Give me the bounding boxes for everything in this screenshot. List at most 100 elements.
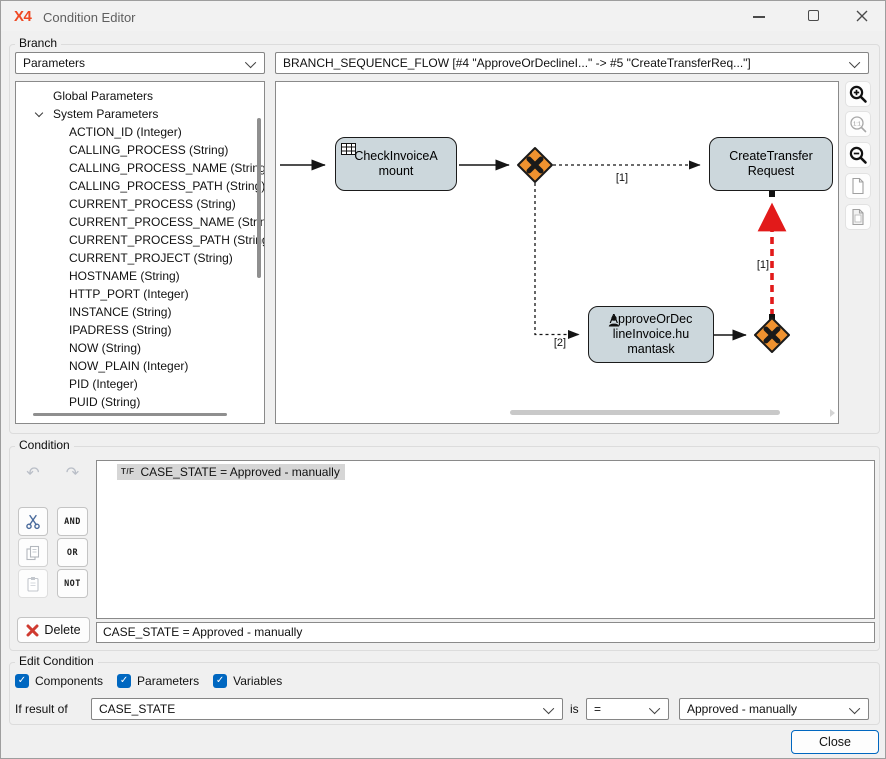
components-checkbox-pair[interactable]: ✓ Components <box>15 674 103 688</box>
redo-button[interactable]: ↷ <box>57 461 88 487</box>
tree-item-label: HOSTNAME (String) <box>69 269 180 283</box>
condition-group-label: Condition <box>15 438 74 452</box>
table-icon <box>341 143 356 155</box>
node-label: ApproveOrDec lineInvoice.hu mantask <box>610 312 693 357</box>
tree-item-label: System Parameters <box>53 107 158 121</box>
tree-item[interactable]: NOW_PLAIN (Integer) <box>16 357 264 375</box>
tree-item-label: CALLING_PROCESS_PATH (String) <box>69 179 265 193</box>
tree-item-label: CURRENT_PROCESS (String) <box>69 197 236 211</box>
tree-item[interactable]: CALLING_PROCESS (String) <box>16 141 264 159</box>
condition-editor-dialog: X4 Condition Editor Branch Parameters BR… <box>0 0 886 759</box>
checkbox-checked-icon[interactable]: ✓ <box>117 674 131 688</box>
checkbox-checked-icon[interactable]: ✓ <box>15 674 29 688</box>
undo-button[interactable]: ↶ <box>18 461 48 487</box>
tree-item-label: NOW_PLAIN (Integer) <box>69 359 188 373</box>
components-checkbox-label: Components <box>35 674 103 688</box>
tree-item[interactable]: ACTION_ID (Integer) <box>16 123 264 141</box>
chevron-down-icon[interactable] <box>35 109 43 117</box>
tree-item-label: HTTP_PORT (Integer) <box>69 287 189 301</box>
tree-item-label: CALLING_PROCESS_NAME (String) <box>69 161 265 175</box>
tree-item[interactable]: CURRENT_PROCESS (String) <box>16 195 264 213</box>
tree-item[interactable]: NOW (String) <box>16 339 264 357</box>
operator-value: = <box>594 702 601 716</box>
minimize-button[interactable] <box>753 16 765 18</box>
paste-button[interactable] <box>18 569 48 598</box>
branch-flow-select[interactable]: BRANCH_SEQUENCE_FLOW [#4 "ApproveOrDecli… <box>275 52 869 74</box>
maximize-button[interactable] <box>808 10 819 21</box>
close-window-button[interactable] <box>855 9 869 23</box>
tree-item-label: IPADRESS (String) <box>69 323 171 337</box>
checkbox-checked-icon[interactable]: ✓ <box>213 674 227 688</box>
tree-item-label: CURRENT_PROJECT (String) <box>69 251 233 265</box>
and-operator-button[interactable]: AND <box>57 507 88 536</box>
parameters-checkbox-pair[interactable]: ✓ Parameters <box>117 674 199 688</box>
parameter-source-select[interactable]: Parameters <box>15 52 265 74</box>
chevron-down-icon <box>245 57 256 68</box>
if-result-of-label: If result of <box>15 702 68 716</box>
tree-item-label: PID (Integer) <box>69 377 138 391</box>
variables-checkbox-pair[interactable]: ✓ Variables <box>213 674 282 688</box>
node-approve-or-decline-invoice[interactable]: ApproveOrDec lineInvoice.hu mantask <box>588 306 714 363</box>
cut-button[interactable] <box>18 507 48 536</box>
diagram-horizontal-scrollbar[interactable] <box>510 410 780 415</box>
node-check-invoice-amount[interactable]: CheckInvoiceA mount <box>335 137 457 191</box>
page-icon <box>849 208 867 226</box>
operator-select[interactable]: = <box>586 698 669 720</box>
tree-item[interactable]: HOSTNAME (String) <box>16 267 264 285</box>
tree-item[interactable]: CALLING_PROCESS_PATH (String) <box>16 177 264 195</box>
tree-item[interactable]: IPADRESS (String) <box>16 321 264 339</box>
tree-item[interactable]: CALLING_PROCESS_NAME (String) <box>16 159 264 177</box>
node-create-transfer-request[interactable]: CreateTransfer Request <box>709 137 833 191</box>
condition-expression-field[interactable]: CASE_STATE = Approved - manually <box>96 622 875 643</box>
condition-list[interactable]: T/F CASE_STATE = Approved - manually <box>96 460 875 619</box>
tree-item-label: PUID (String) <box>69 395 140 409</box>
variables-checkbox-label: Variables <box>233 674 282 688</box>
not-operator-button[interactable]: NOT <box>57 569 88 598</box>
tree-vertical-scrollbar[interactable] <box>257 118 261 278</box>
close-button[interactable]: Close <box>791 730 879 754</box>
zoom-out-button[interactable] <box>845 142 871 168</box>
fit-selection-button[interactable] <box>845 204 871 230</box>
tree-item[interactable]: HTTP_PORT (Integer) <box>16 285 264 303</box>
condition-list-selected-item[interactable]: T/F CASE_STATE = Approved - manually <box>117 464 345 480</box>
chevron-down-icon <box>543 703 554 714</box>
tree-item[interactable]: PUID (String) <box>16 393 264 411</box>
scope-checkboxes: ✓ Components ✓ Parameters ✓ Variables <box>15 674 282 688</box>
copy-icon <box>25 545 41 561</box>
chevron-down-icon <box>649 703 660 714</box>
edge-label-2: [2] <box>547 337 573 349</box>
result-of-select[interactable]: CASE_STATE <box>91 698 563 720</box>
result-of-value: CASE_STATE <box>99 702 175 716</box>
compare-value-select[interactable]: Approved - manually <box>679 698 869 720</box>
tree-item[interactable]: CURRENT_PROJECT (String) <box>16 249 264 267</box>
parameters-checkbox-label: Parameters <box>137 674 199 688</box>
tree-item[interactable]: System Parameters <box>16 105 264 123</box>
tree-item-label: NOW (String) <box>69 341 141 355</box>
copy-button[interactable] <box>18 538 48 567</box>
zoom-in-button[interactable] <box>845 81 871 107</box>
tree-item[interactable]: Global Parameters <box>16 87 264 105</box>
chevron-down-icon <box>849 57 860 68</box>
or-operator-button[interactable]: OR <box>57 538 88 567</box>
tree-item-label: Global Parameters <box>53 89 153 103</box>
tree-horizontal-scrollbar[interactable] <box>33 413 227 416</box>
undo-icon: ↶ <box>26 466 39 482</box>
tree-item[interactable]: CURRENT_PROCESS_PATH (String) <box>16 231 264 249</box>
scroll-right-arrow-icon[interactable] <box>830 409 835 417</box>
page-icon <box>849 177 867 195</box>
tree-item-label: CURRENT_PROCESS_NAME (String) <box>69 215 265 229</box>
or-label: OR <box>67 548 78 558</box>
delete-button[interactable]: Delete <box>17 617 90 643</box>
zoom-original-button[interactable]: 1:1 <box>845 111 871 137</box>
flow-diagram-canvas[interactable]: CheckInvoiceA mount CreateTransfer Reque… <box>275 81 839 424</box>
title-bar[interactable]: X4 Condition Editor <box>1 1 885 31</box>
is-label: is <box>570 702 579 716</box>
tree-item[interactable]: PID (Integer) <box>16 375 264 393</box>
clipboard-icon <box>25 576 41 592</box>
tree-item[interactable]: INSTANCE (String) <box>16 303 264 321</box>
tree-item[interactable]: CURRENT_PROCESS_NAME (String) <box>16 213 264 231</box>
fit-page-button[interactable] <box>845 173 871 199</box>
person-icon <box>608 315 620 327</box>
tree-item-label: CALLING_PROCESS (String) <box>69 143 228 157</box>
tree-item-label: CURRENT_PROCESS_PATH (String) <box>69 233 265 247</box>
